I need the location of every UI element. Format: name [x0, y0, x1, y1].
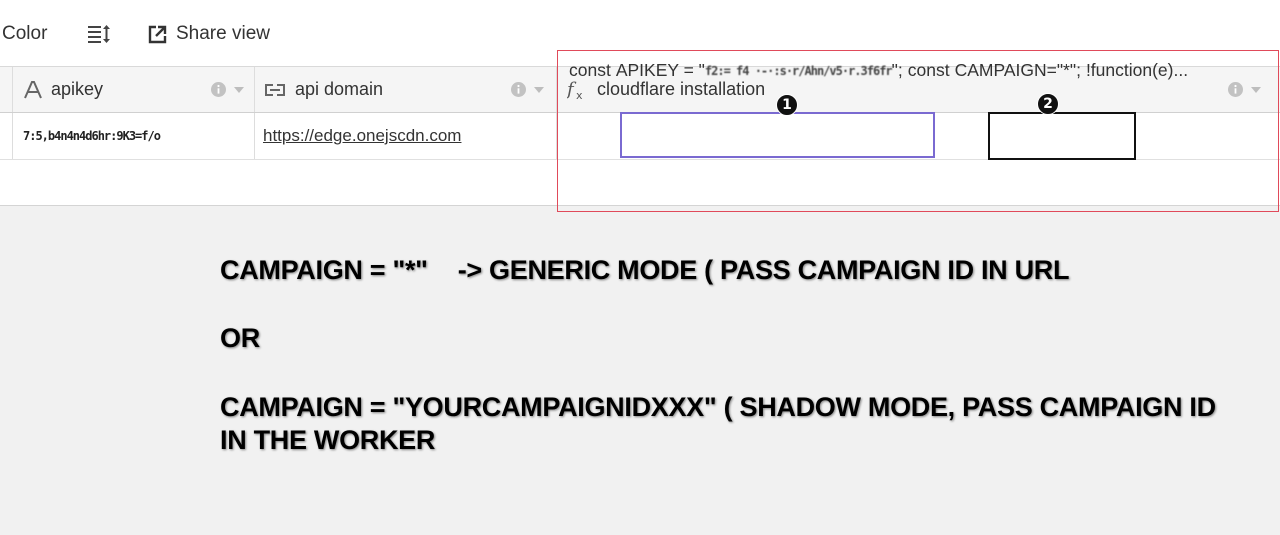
- apikey-value: 7:5,b4n4n4d6hr:9K3=f/o: [23, 129, 161, 143]
- column-header-api-domain[interactable]: api domain: [255, 67, 557, 112]
- column-header-controls: [511, 82, 544, 97]
- column-header-apikey[interactable]: apikey: [12, 67, 255, 112]
- callout-badge-2: 2: [1037, 93, 1059, 115]
- highlight-box-campaign: [988, 112, 1136, 160]
- column-header-label: apikey: [51, 79, 104, 99]
- callout-badge-1: 1: [776, 94, 798, 116]
- link-field-icon: [263, 81, 287, 99]
- share-external-icon: [148, 25, 167, 43]
- column-header-label: api domain: [295, 79, 384, 99]
- annotation-line-1: CAMPAIGN = "*" -> GENERIC MODE ( PASS CAM…: [220, 254, 1069, 287]
- row-height-button[interactable]: [87, 22, 111, 46]
- row-height-icon: [88, 25, 110, 43]
- cell-api-domain[interactable]: https://edge.onejscdn.com: [255, 113, 557, 159]
- annotation-generic-mode: -> GENERIC MODE ( PASS CAMPAIGN ID IN UR…: [457, 255, 1070, 285]
- api-domain-link[interactable]: https://edge.onejscdn.com: [263, 126, 461, 146]
- highlight-box-apikey: [620, 112, 935, 158]
- annotation-campaign-generic: CAMPAIGN = "*": [220, 255, 428, 285]
- chevron-down-icon[interactable]: [534, 86, 544, 93]
- cell-apikey[interactable]: 7:5,b4n4n4d6hr:9K3=f/o: [12, 113, 255, 159]
- info-icon[interactable]: [211, 82, 226, 97]
- text-field-icon: [23, 80, 43, 100]
- annotation-line-3: CAMPAIGN = "YOURCAMPAIGNIDXXX" ( SHADOW …: [220, 392, 1216, 455]
- annotation-line-2: OR: [220, 323, 260, 353]
- share-view-button[interactable]: Share view: [148, 22, 270, 46]
- column-header-controls: [211, 82, 244, 97]
- color-button-label: Color: [2, 23, 48, 44]
- share-view-label: Share view: [176, 23, 270, 44]
- info-icon[interactable]: [511, 82, 526, 97]
- color-button[interactable]: Color: [2, 22, 47, 46]
- chevron-down-icon[interactable]: [234, 86, 244, 93]
